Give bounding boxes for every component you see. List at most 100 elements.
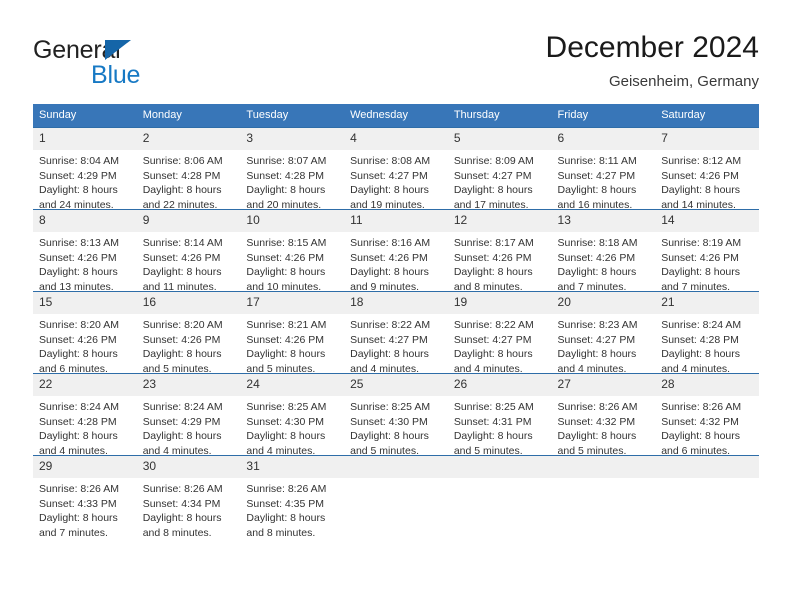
day-number: 29 bbox=[33, 456, 137, 478]
day-number: 24 bbox=[240, 374, 345, 396]
calendar-day-cell[interactable]: 26 Sunrise: 8:25 AM Sunset: 4:31 PM Dayligh… bbox=[447, 373, 552, 457]
sunrise-text: Sunrise: 8:09 AM bbox=[453, 155, 534, 167]
general-blue-logo[interactable]: General Blue bbox=[33, 36, 263, 92]
calendar-day-cell[interactable]: 12 Sunrise: 8:17 AM Sunset: 4:26 PM Dayligh… bbox=[447, 209, 552, 293]
day-details: Sunrise: 8:16 AM Sunset: 4:26 PM Daylight:… bbox=[344, 232, 448, 293]
sunrise-text: Sunrise: 8:22 AM bbox=[453, 319, 534, 331]
calendar-day-cell[interactable]: 20 Sunrise: 8:23 AM Sunset: 4:27 PM Dayligh… bbox=[551, 291, 656, 375]
calendar-day-cell[interactable]: 5 Sunrise: 8:09 AM Sunset: 4:27 PM Daylight… bbox=[447, 127, 552, 211]
calendar-day-cell[interactable]: 8 Sunrise: 8:13 AM Sunset: 4:26 PM Daylight… bbox=[33, 209, 137, 293]
calendar-day-cell[interactable]: 6 Sunrise: 8:11 AM Sunset: 4:27 PM Daylight… bbox=[551, 127, 656, 211]
day-details: Sunrise: 8:07 AM Sunset: 4:28 PM Daylight:… bbox=[240, 150, 344, 211]
calendar-day-cell[interactable]: 1 Sunrise: 8:04 AM Sunset: 4:29 PM Daylight… bbox=[33, 127, 137, 211]
sunrise-text: Sunrise: 8:25 AM bbox=[350, 401, 431, 413]
daylight-text-line1: Daylight: 8 hours bbox=[557, 266, 637, 278]
daylight-text-line1: Daylight: 8 hours bbox=[142, 266, 222, 278]
calendar-day-cell[interactable]: 11 Sunrise: 8:16 AM Sunset: 4:26 PM Dayligh… bbox=[344, 209, 448, 293]
calendar-day-cell[interactable]: 9 Sunrise: 8:14 AM Sunset: 4:26 PM Daylight… bbox=[136, 209, 241, 293]
sunrise-text: Sunrise: 8:26 AM bbox=[39, 483, 119, 495]
day-number: 7 bbox=[655, 128, 759, 150]
daylight-text-line1: Daylight: 8 hours bbox=[350, 266, 429, 278]
daylight-text-line1: Daylight: 8 hours bbox=[39, 184, 118, 196]
calendar-day-cell[interactable]: 14 Sunrise: 8:19 AM Sunset: 4:26 PM Dayligh… bbox=[655, 209, 759, 293]
calendar-day-cell[interactable]: 13 Sunrise: 8:18 AM Sunset: 4:26 PM Dayligh… bbox=[551, 209, 656, 293]
calendar-day-cell[interactable]: 30 Sunrise: 8:26 AM Sunset: 4:34 PM Dayligh… bbox=[136, 455, 241, 539]
daylight-text-line1: Daylight: 8 hours bbox=[350, 348, 429, 360]
daylight-text-line1: Daylight: 8 hours bbox=[39, 430, 118, 442]
day-number: 5 bbox=[447, 128, 552, 150]
sunrise-text: Sunrise: 8:26 AM bbox=[142, 483, 223, 495]
calendar-day-cell[interactable]: 29 Sunrise: 8:26 AM Sunset: 4:33 PM Dayligh… bbox=[33, 455, 137, 539]
day-details bbox=[344, 478, 448, 537]
sunrise-text: Sunrise: 8:11 AM bbox=[557, 155, 637, 167]
calendar-day-cell[interactable]: 18 Sunrise: 8:22 AM Sunset: 4:27 PM Dayligh… bbox=[344, 291, 448, 375]
daylight-text-line1: Daylight: 8 hours bbox=[453, 266, 533, 278]
sunset-text: Sunset: 4:26 PM bbox=[39, 251, 117, 264]
sunset-text: Sunset: 4:27 PM bbox=[453, 333, 532, 346]
sunrise-text: Sunrise: 8:07 AM bbox=[246, 155, 327, 167]
sunset-text: Sunset: 4:26 PM bbox=[350, 251, 428, 264]
daylight-text-line1: Daylight: 8 hours bbox=[453, 348, 533, 360]
calendar-day-cell[interactable]: 4 Sunrise: 8:08 AM Sunset: 4:27 PM Daylight… bbox=[344, 127, 448, 211]
sunset-text: Sunset: 4:26 PM bbox=[661, 251, 739, 264]
day-details: Sunrise: 8:24 AM Sunset: 4:29 PM Daylight:… bbox=[137, 396, 241, 457]
daylight-text-line1: Daylight: 8 hours bbox=[661, 266, 741, 278]
sunset-text: Sunset: 4:26 PM bbox=[453, 251, 532, 264]
calendar-day-cell[interactable]: 3 Sunrise: 8:07 AM Sunset: 4:28 PM Daylight… bbox=[240, 127, 345, 211]
day-number bbox=[344, 456, 448, 478]
calendar-cell-empty bbox=[344, 455, 448, 537]
sunrise-text: Sunrise: 8:14 AM bbox=[142, 237, 223, 249]
sunset-text: Sunset: 4:34 PM bbox=[142, 497, 221, 510]
calendar-day-cell[interactable]: 7 Sunrise: 8:12 AM Sunset: 4:26 PM Daylight… bbox=[655, 127, 759, 211]
day-details: Sunrise: 8:15 AM Sunset: 4:26 PM Daylight:… bbox=[240, 232, 344, 293]
day-number: 27 bbox=[551, 374, 656, 396]
logo-triangle-icon bbox=[105, 40, 131, 60]
day-number: 9 bbox=[136, 210, 241, 232]
daylight-text-line1: Daylight: 8 hours bbox=[557, 430, 637, 442]
day-number: 13 bbox=[551, 210, 656, 232]
calendar-day-cell[interactable]: 24 Sunrise: 8:25 AM Sunset: 4:30 PM Dayligh… bbox=[240, 373, 345, 457]
calendar-day-cell[interactable]: 2 Sunrise: 8:06 AM Sunset: 4:28 PM Daylight… bbox=[136, 127, 241, 211]
calendar-day-cell[interactable]: 17 Sunrise: 8:21 AM Sunset: 4:26 PM Dayligh… bbox=[240, 291, 345, 375]
calendar-day-cell[interactable]: 10 Sunrise: 8:15 AM Sunset: 4:26 PM Dayligh… bbox=[240, 209, 345, 293]
day-details: Sunrise: 8:13 AM Sunset: 4:26 PM Daylight:… bbox=[33, 232, 137, 293]
calendar-day-cell[interactable]: 15 Sunrise: 8:20 AM Sunset: 4:26 PM Dayligh… bbox=[33, 291, 137, 375]
day-number: 23 bbox=[136, 374, 241, 396]
sunset-text: Sunset: 4:28 PM bbox=[142, 169, 221, 182]
sunrise-text: Sunrise: 8:15 AM bbox=[246, 237, 327, 249]
day-details bbox=[448, 478, 552, 537]
day-details: Sunrise: 8:04 AM Sunset: 4:29 PM Daylight:… bbox=[33, 150, 137, 211]
calendar-day-cell[interactable]: 25 Sunrise: 8:25 AM Sunset: 4:30 PM Dayligh… bbox=[344, 373, 448, 457]
day-details: Sunrise: 8:25 AM Sunset: 4:31 PM Daylight:… bbox=[448, 396, 552, 457]
day-number: 6 bbox=[551, 128, 656, 150]
calendar-day-cell[interactable]: 28 Sunrise: 8:26 AM Sunset: 4:32 PM Dayligh… bbox=[655, 373, 759, 457]
calendar-day-cell[interactable]: 22 Sunrise: 8:24 AM Sunset: 4:28 PM Dayligh… bbox=[33, 373, 137, 457]
sunset-text: Sunset: 4:29 PM bbox=[142, 415, 221, 428]
calendar-day-cell[interactable]: 16 Sunrise: 8:20 AM Sunset: 4:26 PM Dayligh… bbox=[136, 291, 241, 375]
daylight-text-line1: Daylight: 8 hours bbox=[39, 348, 118, 360]
sunrise-text: Sunrise: 8:19 AM bbox=[661, 237, 742, 249]
daylight-text-line1: Daylight: 8 hours bbox=[350, 184, 429, 196]
calendar-day-cell[interactable]: 31 Sunrise: 8:26 AM Sunset: 4:35 PM Dayligh… bbox=[240, 455, 345, 539]
day-number: 18 bbox=[344, 292, 448, 314]
daylight-text-line1: Daylight: 8 hours bbox=[661, 184, 741, 196]
sunset-text: Sunset: 4:27 PM bbox=[453, 169, 532, 182]
weekday-header-sunday: Sunday bbox=[33, 104, 137, 128]
calendar-day-cell[interactable]: 23 Sunrise: 8:24 AM Sunset: 4:29 PM Dayligh… bbox=[136, 373, 241, 457]
sunset-text: Sunset: 4:27 PM bbox=[350, 169, 428, 182]
weekday-header-friday: Friday bbox=[551, 104, 656, 128]
daylight-text-line1: Daylight: 8 hours bbox=[246, 266, 326, 278]
sunrise-text: Sunrise: 8:08 AM bbox=[350, 155, 431, 167]
calendar-day-cell[interactable]: 27 Sunrise: 8:26 AM Sunset: 4:32 PM Dayligh… bbox=[551, 373, 656, 457]
calendar-week-row: 15 Sunrise: 8:20 AM Sunset: 4:26 PM Dayligh… bbox=[33, 291, 759, 375]
daylight-text-line2: and 7 minutes. bbox=[39, 526, 108, 539]
calendar-cell-empty bbox=[551, 455, 656, 537]
day-number: 3 bbox=[240, 128, 345, 150]
sunrise-text: Sunrise: 8:12 AM bbox=[661, 155, 742, 167]
sunset-text: Sunset: 4:30 PM bbox=[246, 415, 325, 428]
sunset-text: Sunset: 4:26 PM bbox=[142, 251, 221, 264]
calendar-day-cell[interactable]: 19 Sunrise: 8:22 AM Sunset: 4:27 PM Dayligh… bbox=[447, 291, 552, 375]
calendar-day-cell[interactable]: 21 Sunrise: 8:24 AM Sunset: 4:28 PM Dayligh… bbox=[655, 291, 759, 375]
weekday-header-wednesday: Wednesday bbox=[344, 104, 448, 128]
sunset-text: Sunset: 4:31 PM bbox=[453, 415, 532, 428]
